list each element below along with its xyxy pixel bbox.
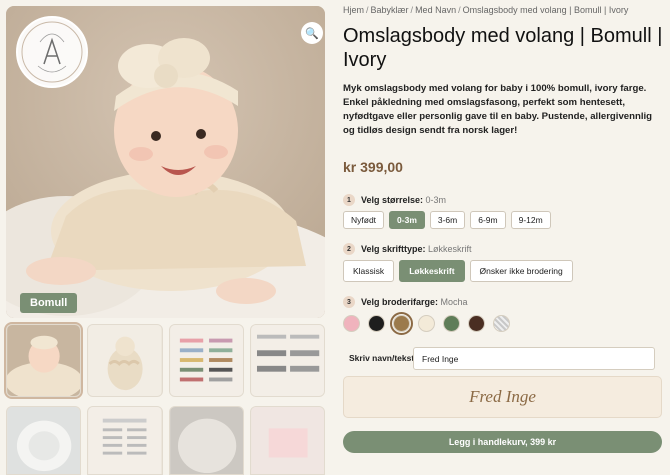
- add-to-cart-button[interactable]: Legg i handlekurv, 399 kr: [343, 431, 662, 453]
- size-options: Nyfødt 0-3m 3-6m 6-9m 9-12m: [343, 211, 551, 229]
- size-option-0-3m[interactable]: 0-3m: [389, 211, 425, 229]
- swatch-brown[interactable]: [468, 315, 485, 332]
- zoom-button[interactable]: 🔍: [301, 22, 323, 44]
- step-number: 1: [343, 194, 355, 206]
- color-selected-value: Mocha: [440, 297, 468, 307]
- size-label: Velg størrelse: [361, 195, 421, 205]
- breadcrumb-separator: /: [458, 5, 461, 15]
- size-selected-value: 0-3m: [425, 195, 447, 205]
- size-step-header: 1 Velg størrelse: 0-3m: [343, 194, 446, 206]
- thumbnail-7[interactable]: [168, 406, 244, 475]
- swatch-green[interactable]: [443, 315, 460, 332]
- main-product-image[interactable]: 🔍 Bomull: [6, 6, 325, 318]
- thumbnail-row-2: [6, 406, 325, 475]
- thumbnail-3[interactable]: [168, 324, 244, 397]
- size-option-nyfodt[interactable]: Nyfødt: [343, 211, 385, 229]
- breadcrumb-separator: /: [366, 5, 369, 15]
- swatch-black[interactable]: [368, 315, 385, 332]
- swatch-mocha[interactable]: [390, 312, 413, 335]
- swatch-silver[interactable]: [493, 315, 510, 332]
- font-selected-value: Løkkeskrift: [428, 244, 472, 254]
- font-label: Velg skrifttype: [361, 244, 423, 254]
- thumbnail-5[interactable]: [6, 406, 82, 475]
- name-field-label: Skriv navn/tekst: [349, 353, 415, 363]
- product-description: Myk omslagsbody med volang for baby i 10…: [343, 83, 653, 136]
- step-number: 3: [343, 296, 355, 308]
- product-page: 🔍 Bomull Hjem / Babyklær / Med Navn / Om…: [0, 0, 670, 475]
- swatch-cream[interactable]: [418, 315, 435, 332]
- color-step-header: 3 Velg broderifarge: Mocha: [343, 296, 468, 308]
- search-icon: 🔍: [305, 27, 319, 40]
- size-option-6-9m[interactable]: 6-9m: [470, 211, 506, 229]
- thumbnail-2[interactable]: [87, 324, 163, 397]
- material-badge: Bomull: [20, 293, 78, 313]
- size-option-3-6m[interactable]: 3-6m: [429, 211, 466, 229]
- font-options: Klassisk Løkkeskrift Ønsker ikke broderi…: [343, 260, 573, 282]
- embroidery-preview: Fred Inge: [343, 376, 662, 418]
- name-text-input[interactable]: [413, 347, 655, 370]
- thumbnail-4[interactable]: [249, 324, 325, 397]
- font-option-none[interactable]: Ønsker ikke brodering: [469, 260, 573, 282]
- font-option-lokkeskrift[interactable]: Løkkeskrift: [399, 260, 465, 282]
- color-swatches: [343, 312, 510, 335]
- embroidery-logo-badge: [16, 16, 88, 88]
- font-option-klassisk[interactable]: Klassisk: [343, 260, 395, 282]
- breadcrumb-home[interactable]: Hjem: [343, 5, 364, 15]
- swatch-pink[interactable]: [343, 315, 360, 332]
- color-label: Velg broderifarge: [361, 297, 436, 307]
- breadcrumb-separator: /: [410, 5, 414, 15]
- font-step-header: 2 Velg skrifttype: Løkkeskrift: [343, 243, 472, 255]
- thumbnail-6[interactable]: [87, 406, 163, 475]
- breadcrumb: Hjem / Babyklær / Med Navn / Omslagsbody med v…: [343, 5, 628, 15]
- thumbnail-row: [3, 322, 325, 399]
- logo-icon: [21, 21, 83, 83]
- breadcrumb-subcategory[interactable]: Med Navn: [415, 5, 456, 15]
- thumbnail-1[interactable]: [3, 322, 84, 399]
- breadcrumb-category[interactable]: Babyklær: [371, 5, 409, 15]
- breadcrumb-current: Omslagsbody med volang | Bomull | Ivory: [462, 5, 629, 15]
- size-option-9-12m[interactable]: 9-12m: [510, 211, 551, 229]
- step-number: 2: [343, 243, 355, 255]
- thumbnail-8[interactable]: [249, 406, 325, 475]
- product-price: kr 399,00: [343, 159, 403, 175]
- product-title: Omslagsbody med volang | Bomull | Ivory: [343, 25, 663, 71]
